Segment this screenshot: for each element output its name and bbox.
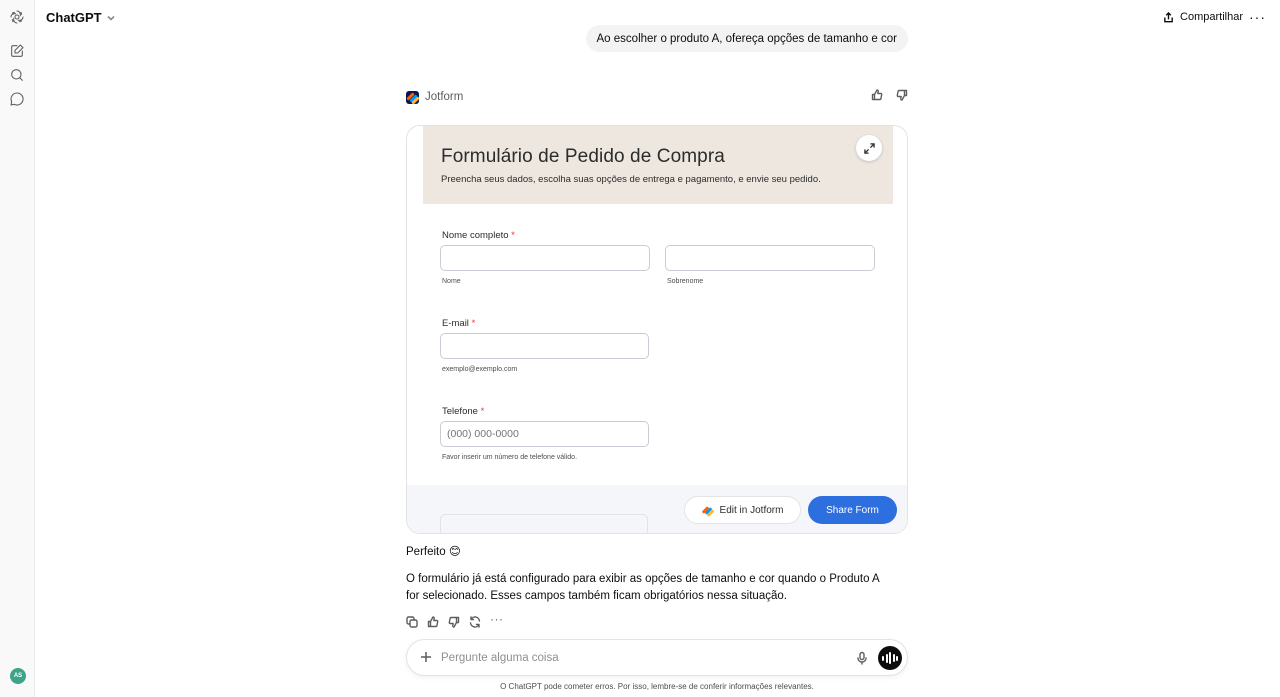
prompt-input[interactable]	[441, 648, 831, 668]
avatar[interactable]: AS	[10, 668, 26, 684]
expand-icon	[863, 142, 875, 154]
model-selector[interactable]: ChatGPT	[46, 10, 116, 25]
form-title: Formulário de Pedido de Compra	[441, 146, 725, 167]
user-message: Ao escolher o produto A, ofereça opções …	[585, 25, 908, 52]
phone-hint: Favor inserir um número de telefone váli…	[442, 454, 578, 461]
edit-in-jotform-button[interactable]: Edit in Jotform	[684, 496, 801, 524]
message-actions: ···	[406, 613, 504, 628]
chevron-down-icon	[107, 15, 115, 21]
model-name: ChatGPT	[46, 10, 102, 25]
voice-mode-button[interactable]	[878, 646, 902, 670]
reply-body: O formulário já está configurado para ex…	[406, 573, 880, 602]
first-name-input[interactable]	[440, 245, 650, 271]
required-mark: *	[511, 230, 515, 241]
composer	[406, 639, 908, 676]
expand-button[interactable]	[856, 135, 882, 161]
email-input[interactable]	[440, 333, 649, 359]
email-hint: exemplo@exemplo.com	[442, 366, 518, 373]
form-header: Formulário de Pedido de Compra Preencha …	[423, 126, 893, 204]
tool-header: Jotform	[406, 88, 908, 106]
phone-field-label: Telefone *	[442, 406, 485, 417]
new-chat-icon[interactable]	[9, 43, 25, 59]
search-icon[interactable]	[9, 67, 25, 83]
jotform-logo-icon	[406, 90, 419, 104]
required-mark: *	[471, 318, 476, 329]
thumbs-down-icon[interactable]	[896, 88, 908, 106]
name-field-label: Nome completo *	[442, 230, 515, 241]
required-mark: *	[480, 406, 485, 417]
first-name-hint: Nome	[442, 278, 461, 285]
share-button[interactable]: Compartilhar	[1163, 11, 1243, 23]
thumbs-down-icon[interactable]	[448, 615, 460, 628]
last-name-hint: Sobrenome	[667, 278, 704, 285]
left-rail: AS	[0, 0, 35, 697]
regenerate-icon[interactable]	[469, 615, 481, 628]
email-field-label: E-mail *	[442, 318, 476, 329]
jotform-widget: Formulário de Pedido de Compra Preencha …	[406, 125, 908, 534]
more-actions-icon[interactable]: ···	[490, 613, 504, 627]
reply-greeting: Perfeito 😊	[406, 546, 461, 558]
add-attachment-icon[interactable]	[419, 650, 433, 664]
thumbs-up-icon[interactable]	[871, 88, 883, 106]
last-name-input[interactable]	[665, 245, 875, 271]
jotform-logo-icon	[701, 505, 714, 517]
chat-bubble-icon[interactable]	[9, 91, 25, 107]
thumbs-up-icon[interactable]	[427, 615, 439, 628]
phone-input[interactable]	[440, 421, 649, 447]
share-label: Compartilhar	[1180, 11, 1243, 23]
more-options-icon[interactable]: ···	[1249, 9, 1266, 25]
share-icon	[1164, 11, 1173, 22]
microphone-icon[interactable]	[855, 651, 869, 665]
copy-icon[interactable]	[406, 615, 418, 628]
tool-name: Jotform	[425, 91, 464, 103]
edit-label: Edit in Jotform	[719, 504, 784, 516]
share-form-button[interactable]: Share Form	[808, 496, 897, 524]
openai-logo-icon[interactable]	[9, 9, 25, 25]
form-subtitle: Preencha seus dados, escolha suas opções…	[441, 174, 821, 185]
disclaimer: O ChatGPT pode cometer erros. Por isso, …	[500, 682, 814, 691]
faded-field	[440, 514, 648, 533]
